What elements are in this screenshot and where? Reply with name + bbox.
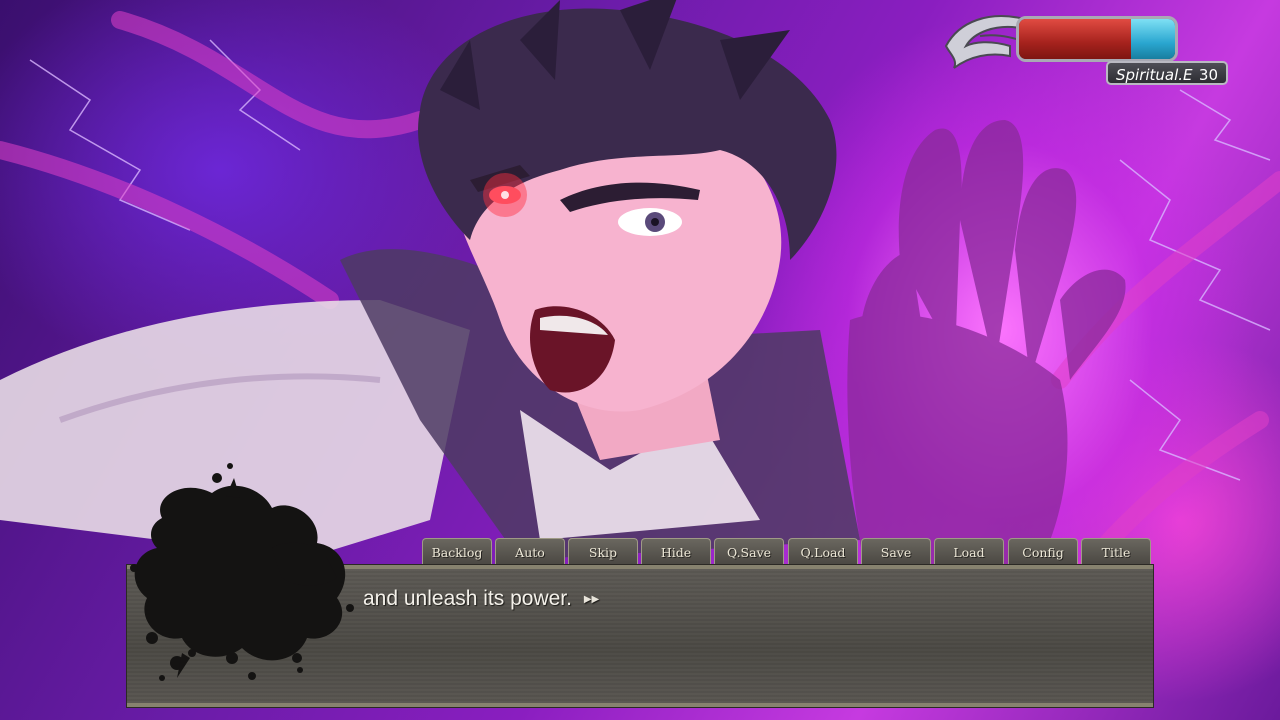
gauge-label-box: Spiritual.E 30 <box>1106 61 1228 85</box>
hp-bar <box>1016 16 1178 62</box>
skip-button[interactable]: Skip <box>568 538 638 565</box>
hide-button[interactable]: Hide <box>641 538 711 565</box>
save-button[interactable]: Save <box>861 538 931 565</box>
double-arrow-icon: ▶▶ <box>583 593 600 605</box>
glowing-red-eye <box>483 173 527 217</box>
quick-load-button[interactable]: Q.Load <box>788 538 858 565</box>
title-button[interactable]: Title <box>1081 538 1151 565</box>
energy-bar-fill <box>1131 19 1175 59</box>
quick-save-button[interactable]: Q.Save <box>714 538 784 565</box>
auto-button[interactable]: Auto <box>495 538 565 565</box>
spiritual-energy-gauge: Spiritual.E 30 <box>940 6 1250 94</box>
dialog-text-line: and unleash its power. ▶▶ <box>363 587 599 611</box>
dialog-text: and unleash its power. <box>363 587 572 610</box>
backlog-button[interactable]: Backlog <box>422 538 492 565</box>
load-button[interactable]: Load <box>934 538 1004 565</box>
gauge-value: 30 <box>1198 66 1218 84</box>
hp-bar-fill <box>1019 19 1132 59</box>
ink-splat-icon <box>122 458 362 688</box>
config-button[interactable]: Config <box>1008 538 1078 565</box>
gauge-label: Spiritual.E <box>1116 66 1193 84</box>
